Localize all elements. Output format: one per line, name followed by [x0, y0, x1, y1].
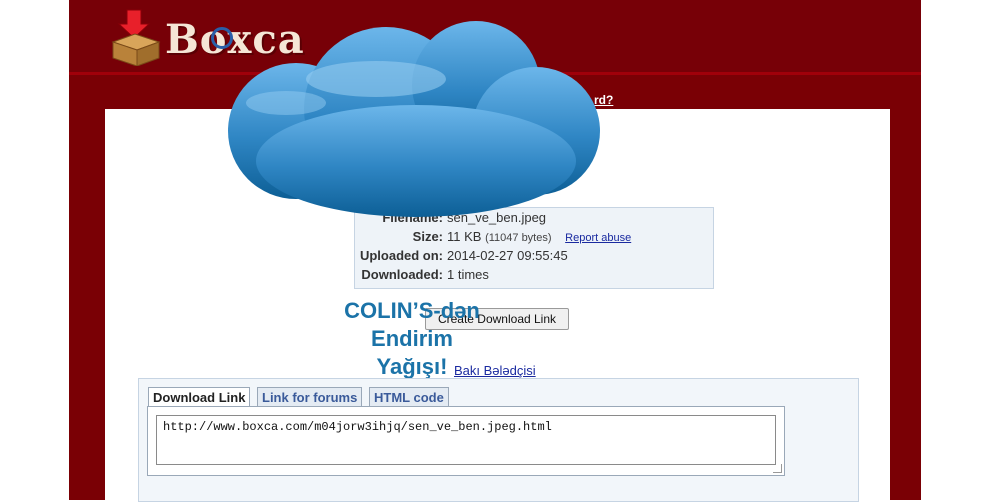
cloud-ad-graphic[interactable] — [226, 21, 604, 219]
tab-panel: http://www.boxca.com/m04jorw3ihjq/sen_ve… — [147, 406, 785, 476]
file-info-box: Filename: sen_ve_ben.jpeg Size: 11 KB (1… — [354, 207, 714, 289]
uploaded-value: 2014-02-27 09:55:45 — [447, 248, 568, 263]
tab-download-link[interactable]: Download Link — [148, 387, 251, 407]
tab-html-code[interactable]: HTML code — [369, 387, 449, 407]
size-value-group: 11 KB (11047 bytes) Report abuse — [447, 229, 631, 244]
ad-line-1: COLIN’S-dən — [344, 298, 480, 323]
resize-handle-icon[interactable] — [773, 464, 782, 473]
link-tabs-container: Download Link Link for forums HTML code … — [138, 378, 859, 502]
size-bytes: (11047 bytes) — [485, 232, 552, 244]
size-value: 11 KB — [447, 229, 482, 244]
uploaded-row: Uploaded on: 2014-02-27 09:55:45 — [355, 248, 713, 267]
tab-link-for-forums[interactable]: Link for forums — [257, 387, 363, 407]
box-download-icon — [111, 9, 161, 66]
report-abuse-link[interactable]: Report abuse — [565, 232, 631, 244]
downloaded-value: 1 times — [447, 267, 489, 282]
cloud-shape — [228, 21, 600, 217]
size-label: Size: — [412, 229, 443, 244]
size-row: Size: 11 KB (11047 bytes) Report abuse — [355, 229, 713, 248]
link-code-textarea[interactable]: http://www.boxca.com/m04jorw3ihjq/sen_ve… — [156, 415, 776, 465]
uploaded-label: Uploaded on: — [359, 248, 443, 263]
ad-line-2: Endirim — [371, 326, 453, 351]
downloaded-row: Downloaded: 1 times — [355, 267, 713, 286]
downloaded-label: Downloaded: — [361, 267, 443, 282]
ad-link[interactable]: Bakı Bələdçisi — [454, 363, 536, 378]
